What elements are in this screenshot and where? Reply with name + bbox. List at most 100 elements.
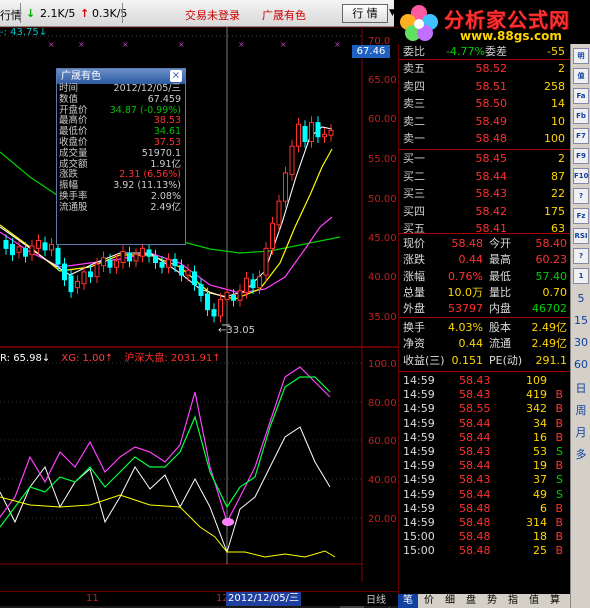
stat-row: 总量 10.0万 量比 0.70 [399, 285, 571, 301]
close-icon[interactable]: × [170, 70, 182, 82]
flower-logo-icon [400, 5, 438, 41]
fundamental-row-label: 股本 [489, 321, 511, 334]
candle-body [205, 293, 210, 311]
candle-body [153, 255, 158, 264]
trade-time: 14:59 [403, 430, 435, 444]
trade-volume: 53 [533, 445, 547, 458]
candle-body [16, 246, 22, 253]
bid-row-label: 买三 [403, 187, 425, 200]
trade-price: 58.48 [459, 501, 491, 515]
divider [399, 149, 571, 150]
candle-body [309, 122, 314, 142]
bid-row-price: 58.43 [475, 187, 508, 200]
price-tick: 45.00 [368, 233, 397, 244]
login-status[interactable]: 交易未登录 [185, 7, 240, 23]
candle-body [283, 172, 288, 202]
tab-4[interactable]: 势 [482, 594, 502, 608]
fundamental-row-value: 0.44 [458, 337, 484, 351]
popup-title: 广晟有色 [61, 71, 101, 82]
tool-button[interactable]: Fz [573, 208, 589, 224]
tab-5[interactable]: 指 [503, 594, 523, 608]
brand-logo: 分析家公式网 www.88gs.com [394, 0, 590, 44]
stat-row-value: 58.40 [535, 237, 568, 250]
tool-button[interactable]: ? [573, 248, 589, 264]
candle-body [55, 247, 61, 265]
candle-body [107, 259, 113, 268]
candle-body [263, 247, 269, 276]
trade-price: 58.43 [459, 473, 491, 487]
price-tick: 55.00 [368, 154, 397, 165]
candle-body [114, 260, 119, 268]
tab-6[interactable]: 值 [524, 594, 544, 608]
bid-row: 买四 58.42 175 [399, 204, 571, 220]
svg-text:×: × [78, 40, 85, 49]
period-button[interactable]: 60 [571, 358, 590, 371]
candle-body [179, 265, 184, 276]
tab-7[interactable]: 算 [545, 594, 565, 608]
candle-body [218, 298, 223, 317]
divider [20, 3, 21, 23]
trade-row: 14:59 58.44 49 S [399, 488, 571, 502]
trade-row: 15:00 58.48 18 B [399, 530, 571, 544]
tool-button[interactable]: F7 [573, 128, 589, 144]
period-button[interactable]: 日 [571, 380, 590, 396]
popup-row-label: 数值 [59, 93, 79, 105]
trade-direction: B [555, 430, 563, 444]
tool-button[interactable]: RSI [573, 228, 589, 244]
period-button[interactable]: 周 [571, 402, 590, 418]
ask-row: 卖一 58.48 100 [399, 131, 571, 147]
ask-row-volume: 100 [544, 132, 565, 145]
trade-price: 58.44 [459, 487, 491, 501]
bid-row-price: 58.41 [475, 222, 508, 235]
candle-body [198, 284, 204, 297]
signal-marker [222, 518, 234, 526]
ask-row: 卖二 58.49 10 [399, 114, 571, 130]
candle-body [94, 263, 100, 278]
tool-button[interactable]: F9 [573, 148, 589, 164]
tool-button[interactable]: 明 [573, 48, 589, 64]
tool-button[interactable]: 值 [573, 68, 589, 84]
popup-row-value: 2.49亿 [150, 201, 181, 213]
trade-direction: B [555, 416, 563, 430]
quote-button[interactable]: 行 情 [342, 4, 388, 23]
stat-row-label: 涨幅 [403, 269, 425, 283]
bid-row-label: 买二 [403, 169, 425, 183]
stat-row-value: 60.23 [535, 253, 568, 267]
period-button[interactable]: 30 [571, 336, 590, 349]
tool-button[interactable]: Fb [573, 108, 589, 124]
tool-button[interactable]: F10 [573, 168, 589, 184]
indicator-line-yellow [0, 494, 336, 558]
order-diff-label: 委差 [485, 45, 507, 58]
tab-2[interactable]: 细 [440, 594, 460, 608]
stat-row-label: 今开 [489, 237, 511, 250]
tab-0[interactable]: 笔 [398, 594, 418, 608]
tool-button[interactable]: Fa [573, 88, 589, 104]
tab-1[interactable]: 价 [419, 594, 439, 608]
trade-row: 14:59 58.44 16 B [399, 431, 571, 445]
download-speed: 2.1K/5 [40, 7, 76, 20]
period-button[interactable]: 15 [571, 314, 590, 327]
stat-row: 外盘 53797 内盘 46702 [399, 301, 571, 317]
period-button[interactable]: 月 [571, 424, 590, 440]
indicator-header: R: 65.98↓ XG: 1.00↑ 沪深大盘: 2031.91↑ [0, 349, 221, 364]
stat-row-label: 量比 [489, 285, 511, 299]
trade-price: 58.43 [459, 374, 491, 387]
svg-text:×: × [122, 40, 129, 49]
trade-time: 15:00 [403, 530, 435, 544]
fundamental-row-value: 291.1 [535, 353, 568, 367]
tab-3[interactable]: 盘 [461, 594, 481, 608]
period-button[interactable]: 5 [571, 292, 590, 305]
period-label[interactable]: 日线 [366, 591, 386, 606]
tool-button[interactable]: 1 [573, 268, 589, 284]
candle-info-popup[interactable]: 广晟有色 × 时间 2012/12/05/三 数值 67.459 开盘价 34.87 (-… [56, 68, 186, 245]
candle-body [302, 126, 308, 142]
tool-button[interactable]: ? [573, 188, 589, 204]
period-button[interactable]: 多 [571, 446, 590, 462]
market-index-value: 沪深大盘: 2031.91↑ [124, 353, 221, 364]
trade-direction: B [555, 402, 563, 416]
time-axis: 11 12 2012/12/05/三 [0, 591, 398, 606]
stat-row-label: 总量 [403, 285, 425, 299]
trade-time: 14:59 [403, 374, 435, 387]
popup-title-bar[interactable]: 广晟有色 × [57, 69, 185, 84]
order-ratio-label: 委比 [403, 45, 425, 58]
